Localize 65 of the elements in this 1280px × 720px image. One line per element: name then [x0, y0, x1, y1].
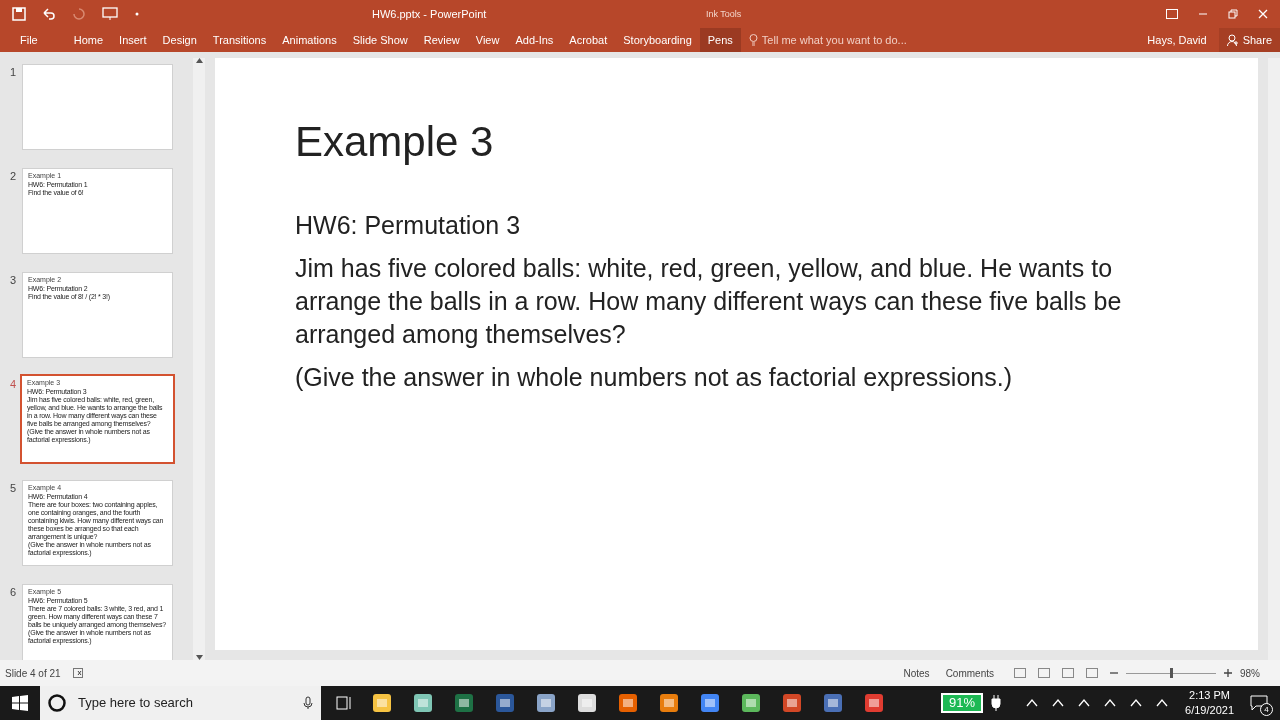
slide-number: 2: [9, 169, 18, 184]
undo-icon[interactable]: [42, 7, 56, 21]
start-icon[interactable]: [12, 695, 28, 711]
context-label: Ink Tools: [706, 8, 742, 21]
slide-number: 4: [9, 377, 18, 392]
thumbnail-scrollbar[interactable]: [193, 58, 205, 660]
normal-view-icon[interactable]: [1014, 668, 1026, 678]
window-title: HW6.pptx - PowerPoint: [372, 6, 487, 22]
reading-view-icon[interactable]: [1062, 668, 1074, 678]
zoom-level[interactable]: 98%: [1240, 665, 1260, 681]
tell-me-field[interactable]: Tell me what you want to do...: [748, 31, 907, 49]
clock-date[interactable]: 6/19/2021: [1185, 703, 1234, 718]
ribbon-tab[interactable]: Home: [65, 28, 112, 52]
slide-number: 6: [9, 585, 18, 600]
ribbon-tab[interactable]: Transitions: [204, 28, 275, 52]
slide-title: Example 3: [295, 117, 495, 167]
notification-icon[interactable]: [1250, 695, 1268, 711]
grid-view-icon[interactable]: [1038, 668, 1050, 678]
lightbulb-icon: [748, 34, 758, 46]
presenter-icon[interactable]: [1086, 668, 1098, 678]
slide-number: 3: [9, 273, 18, 288]
plug-icon[interactable]: [991, 695, 1002, 711]
microphone-icon: [303, 696, 313, 710]
slide-thumbnail[interactable]: [22, 376, 173, 462]
slide-counter: Slide 4 of 21: [4, 666, 61, 681]
slide-canvas[interactable]: [215, 58, 1258, 650]
slide-thumbnail[interactable]: [22, 480, 173, 566]
task-view-icon[interactable]: [336, 696, 352, 710]
ribbon-tab[interactable]: Storyboarding: [615, 28, 700, 52]
notification-badge: 4: [1260, 703, 1273, 716]
ribbon-tab[interactable]: Pens: [699, 28, 741, 52]
slide-thumbnail[interactable]: [22, 584, 173, 660]
notes-button[interactable]: Notes: [903, 665, 930, 681]
clock-time[interactable]: 2:13 PM: [1189, 688, 1230, 703]
search-field[interactable]: Type here to search: [40, 686, 321, 720]
zoom-out-icon[interactable]: [1110, 669, 1118, 677]
user-name[interactable]: Hays, David: [1147, 31, 1207, 49]
slideshow-icon[interactable]: [102, 7, 118, 21]
ribbon-tab[interactable]: Animations: [274, 28, 345, 52]
slide-thumbnail[interactable]: [22, 64, 173, 150]
cortana-icon: [48, 694, 66, 712]
ribbon-tab[interactable]: Add-Ins: [507, 28, 562, 52]
restore-icon[interactable]: [1228, 9, 1238, 19]
ribbon-tab[interactable]: File: [12, 28, 46, 52]
zoom-in-icon[interactable]: [1224, 669, 1232, 677]
share-button[interactable]: Share: [1218, 28, 1280, 52]
ribbon-tab[interactable]: View: [467, 28, 508, 52]
slide-number: 5: [9, 481, 18, 496]
zoom-thumb[interactable]: [1170, 667, 1174, 678]
save-icon[interactable]: [12, 7, 26, 21]
slide-paragraph: Jim has five colored balls: white, red, green, yellow, and blue. He wants to arrange the balls in a row. How many different ways can these five balls be arranged among themselves?: [295, 252, 1123, 350]
comments-button[interactable]: Comments: [945, 665, 994, 681]
scroll-up-icon[interactable]: [195, 58, 203, 63]
ribbon-tab[interactable]: Design: [154, 28, 205, 52]
spelling-icon[interactable]: [72, 668, 83, 678]
slide-number: 1: [9, 65, 18, 80]
ribbon-tab[interactable]: Acrobat: [561, 28, 616, 52]
ribbon-tab[interactable]: Insert: [111, 28, 155, 52]
person-icon: [1226, 34, 1239, 46]
slide-paragraph: (Give the answer in whole numbers not as factorial expressions.): [295, 361, 1013, 393]
slide-paragraph: HW6: Permutation 3: [295, 209, 522, 241]
ribbon-display-icon[interactable]: [1166, 9, 1178, 19]
close-icon[interactable]: [1258, 9, 1268, 19]
ribbon-tab[interactable]: Review: [415, 28, 468, 52]
ribbon-tab[interactable]: Slide Show: [344, 28, 416, 52]
